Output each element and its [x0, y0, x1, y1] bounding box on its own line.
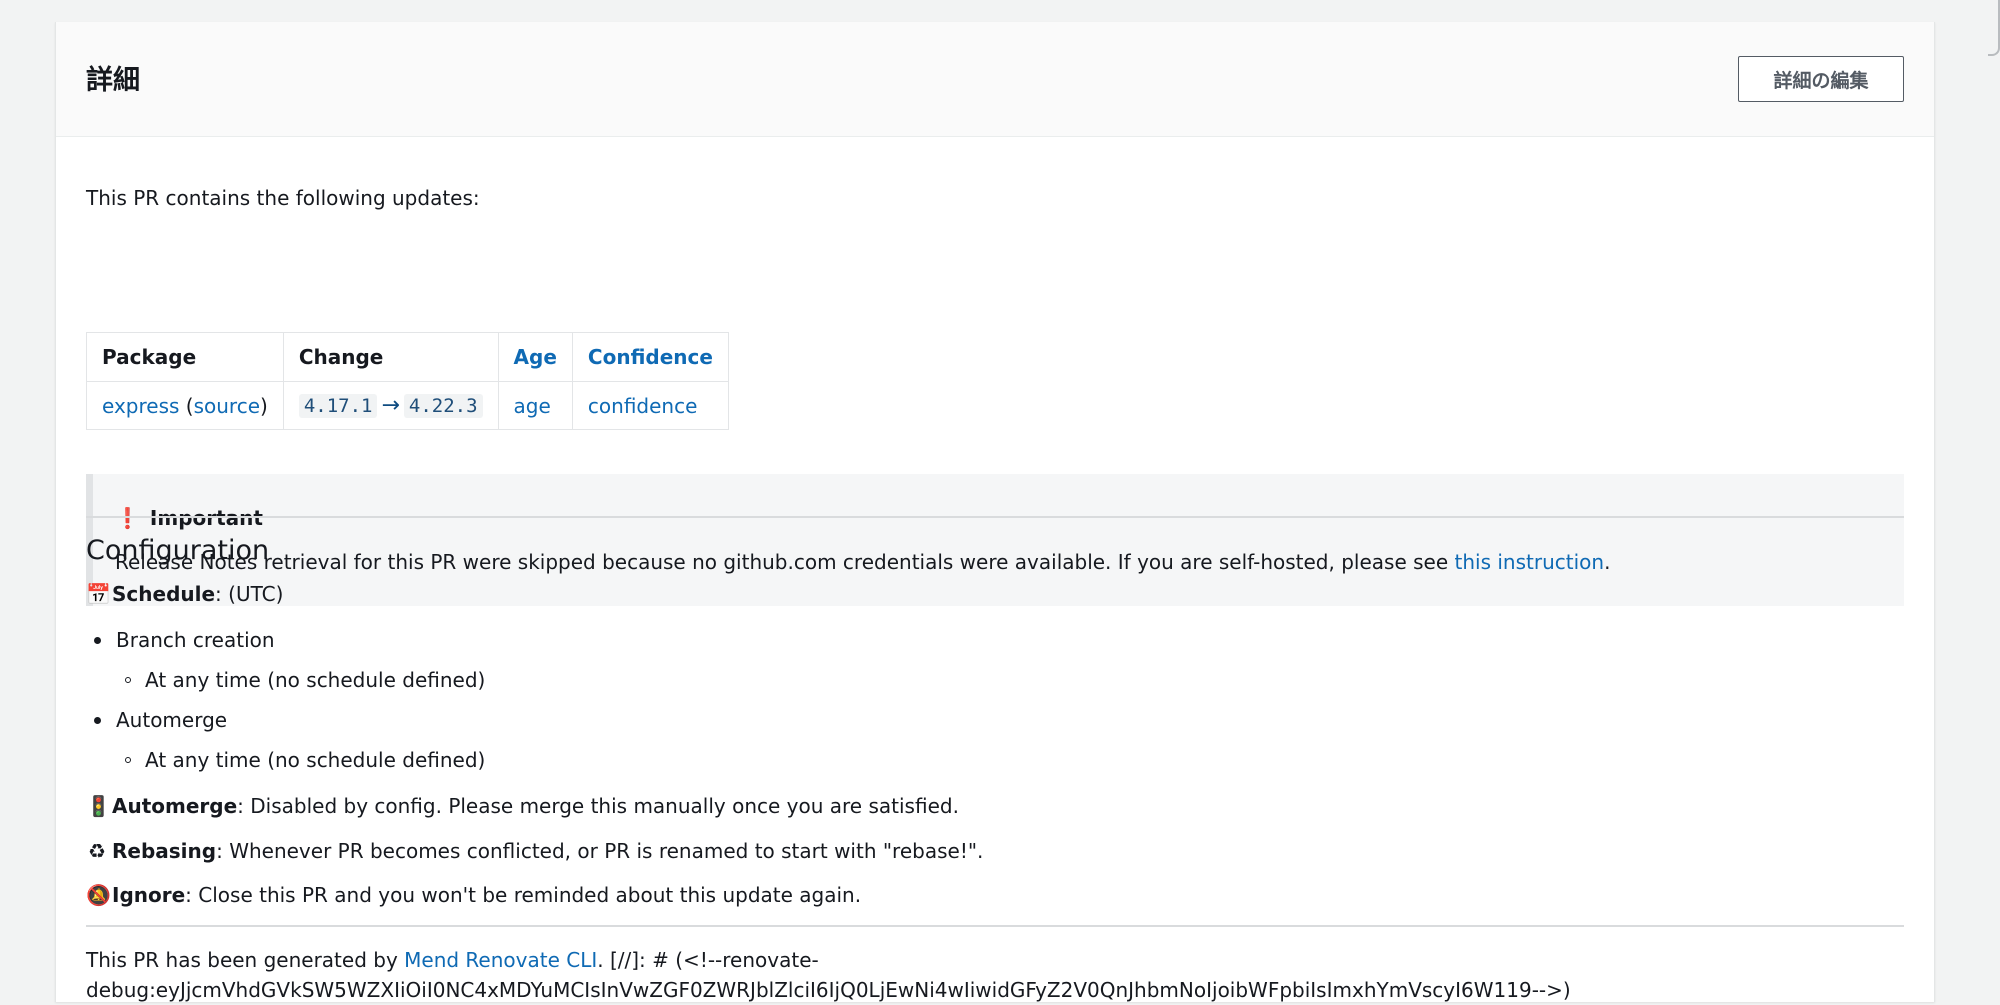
callout-text: Release Notes retrieval for this PR were…: [115, 550, 1610, 574]
package-cell: express (source): [86, 381, 284, 430]
callout-title-text: Important: [149, 506, 263, 530]
change-cell: 4.17.1 → 4.22.3: [282, 381, 499, 430]
schedule-line: 📅Schedule: (UTC): [86, 582, 283, 606]
list-item-label: Branch creation: [116, 628, 275, 652]
callout-end: .: [1604, 550, 1611, 574]
from-version: 4.17.1: [298, 394, 378, 418]
bullet-circle: [125, 677, 131, 683]
exclamation-icon: ❗: [115, 506, 140, 530]
confidence-cell: confidence: [571, 381, 729, 430]
edit-details-button[interactable]: 詳細の編集: [1738, 56, 1904, 102]
automerge-value: : Disabled by config. Please merge this …: [237, 794, 959, 818]
configuration-heading: Configuration: [86, 535, 270, 566]
bullet-circle: [125, 757, 131, 763]
ignore-value: : Close this PR and you won't be reminde…: [185, 883, 862, 907]
muted-bell-icon: 🔕: [86, 883, 111, 907]
intro-text: This PR contains the following updates:: [86, 186, 480, 210]
renovate-link[interactable]: Mend Renovate CLI: [404, 948, 597, 972]
paren-open: (: [179, 393, 194, 418]
list-subitem-label: At any time (no schedule defined): [145, 748, 486, 772]
details-panel: 詳細 詳細の編集 This PR contains the following …: [55, 22, 1935, 1002]
package-link[interactable]: express: [102, 394, 179, 418]
bullet-dot: [94, 717, 101, 724]
callout-body: Release Notes retrieval for this PR were…: [115, 550, 1455, 574]
rebasing-line: ♻ Rebasing: Whenever PR becomes conflicte…: [86, 839, 983, 863]
footer-prefix: This PR has been generated by: [86, 948, 405, 972]
traffic-light-icon: 🚦: [86, 794, 111, 818]
rebasing-value: : Whenever PR becomes conflicted, or PR …: [216, 839, 984, 863]
bullet-dot: [94, 637, 101, 644]
header-package: Package: [86, 332, 284, 382]
instruction-link[interactable]: this instruction: [1455, 550, 1605, 574]
arrow-icon: →: [381, 393, 400, 418]
paren-close: ): [260, 393, 268, 418]
list-subitem: At any time (no schedule defined): [125, 668, 486, 692]
divider: [86, 516, 1904, 518]
table-row: express (source) 4.17.1 → 4.22.3 age confi…: [86, 381, 729, 430]
header-confidence[interactable]: Confidence: [571, 332, 729, 382]
confidence-link[interactable]: confidence: [588, 394, 697, 418]
list-item-label: Automerge: [116, 708, 228, 732]
rebasing-label: Rebasing: [112, 839, 217, 863]
age-cell: age: [497, 381, 573, 430]
automerge-label: Automerge: [112, 794, 238, 818]
age-link[interactable]: age: [514, 394, 551, 418]
to-version: 4.22.3: [403, 394, 483, 418]
important-callout: ❗ Important Release Notes retrieval for t…: [86, 474, 1904, 606]
recycle-icon: ♻: [88, 839, 106, 863]
generated-by-line: This PR has been generated by Mend Renov…: [86, 945, 819, 975]
automerge-line: 🚦Automerge: Disabled by config. Please m…: [86, 794, 959, 818]
list-subitem-label: At any time (no schedule defined): [145, 668, 486, 692]
source-link[interactable]: source: [194, 394, 260, 418]
list-subitem: At any time (no schedule defined): [125, 748, 486, 772]
calendar-icon: 📅: [86, 582, 111, 606]
table-header-row: Package Change Age Confidence: [86, 332, 729, 382]
footer-suffix: . [//]: # (<!--renovate-: [597, 948, 819, 972]
header-age[interactable]: Age: [497, 332, 573, 382]
list-item: Branch creation: [94, 628, 275, 652]
debug-line: debug:eyJjcmVhdGVkSW5WZXIiOiI0NC4xMDYuMC…: [86, 978, 1571, 1002]
callout-title: ❗ Important: [115, 506, 263, 530]
divider: [86, 925, 1904, 927]
scrollbar[interactable]: [1988, 0, 2000, 56]
header-change: Change: [282, 332, 499, 382]
schedule-label: Schedule: [112, 582, 216, 606]
list-item: Automerge: [94, 708, 228, 732]
updates-table: Package Change Age Confidence express (s…: [86, 332, 729, 430]
ignore-line: 🔕Ignore: Close this PR and you won't be …: [86, 883, 861, 907]
ignore-label: Ignore: [112, 883, 186, 907]
schedule-value: : (UTC): [215, 582, 284, 606]
panel-header: 詳細 詳細の編集: [56, 22, 1934, 137]
panel-title: 詳細: [86, 65, 140, 96]
